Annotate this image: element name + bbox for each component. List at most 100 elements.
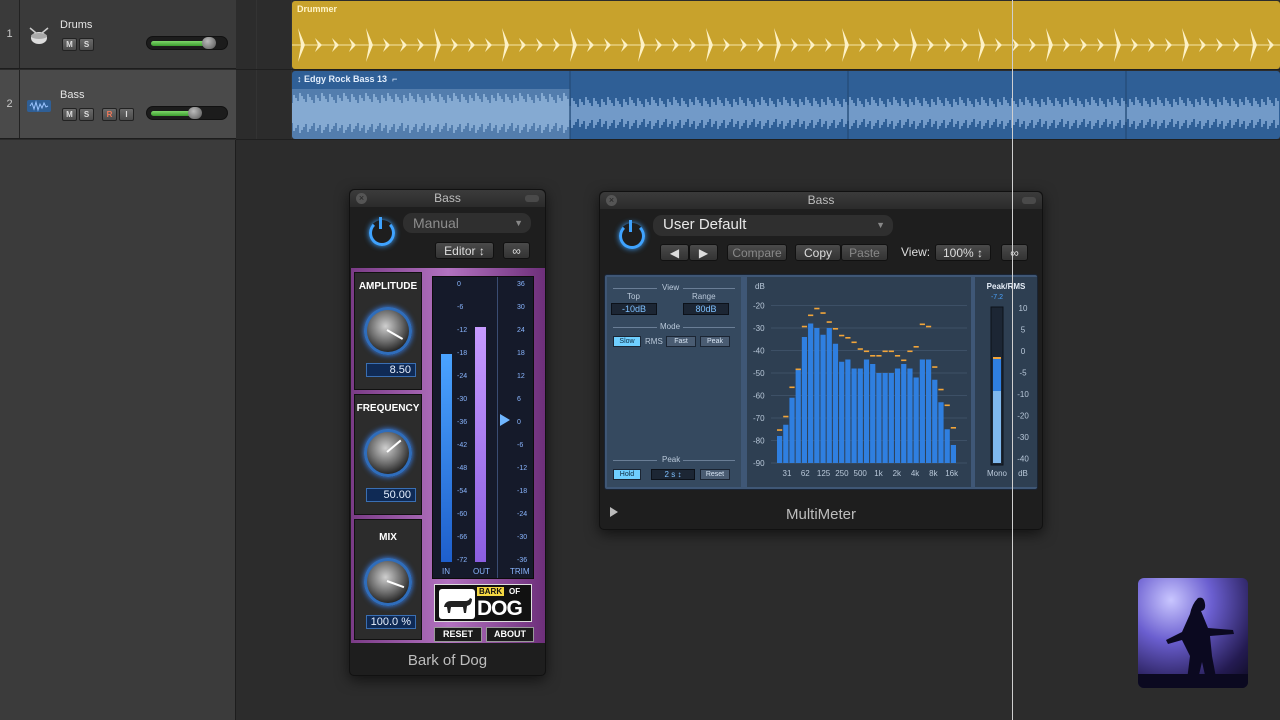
updown-icon: ↕ [478,244,485,258]
input-scale-tick: -72 [457,557,468,564]
logo-bark: BARK [477,587,505,596]
volume-slider[interactable] [146,106,228,120]
copy-button[interactable]: Copy [795,244,841,261]
paste-button[interactable]: Paste [841,244,888,261]
track-header-bass[interactable]: 2 Bass M S R I [0,70,236,139]
link-icon[interactable]: ∞ [1001,244,1028,261]
multimeter-plugin-window: × Bass User Default ▼ ◀ ▶ Compare Copy Pa… [599,191,1043,530]
mode-heading: Mode [660,322,681,331]
input-meter-bar [441,353,452,562]
power-icon[interactable] [369,217,395,246]
peak-mode-button[interactable]: Peak [700,336,730,347]
volume-knob[interactable] [202,37,217,49]
amplitude-knob[interactable] [364,307,412,355]
db-tick-label: -80 [753,437,765,446]
logo-dog: DOG [477,597,523,620]
mix-section: MIX 100.0 % [354,519,422,640]
collapse-button[interactable] [525,195,539,202]
plugin-titlebar[interactable]: × Bass [350,190,545,207]
trim-slider-handle[interactable] [500,414,510,426]
peak-hold-marker [901,359,907,362]
volume-knob[interactable] [187,107,202,119]
plugin-titlebar[interactable]: × Bass [600,192,1042,209]
hold-time-dropdown[interactable]: 2 s ↕ [651,469,695,480]
bark-of-dog-logo: BARK OF DOG [434,584,532,622]
spectrum-bar [839,361,845,463]
reset-button[interactable]: RESET [434,627,482,642]
peak-bar [993,359,1001,391]
editor-view-dropdown[interactable]: Editor ↕ [435,242,494,259]
track-header-drums[interactable]: 1 Drums M S [0,0,236,69]
fast-button[interactable]: Fast [666,336,696,347]
amplitude-value[interactable]: 8.50 [366,363,416,377]
top-field[interactable]: -10dB [611,303,657,315]
collapse-button[interactable] [1022,197,1036,204]
mono-label: Mono [987,469,1008,478]
frequency-value[interactable]: 50.00 [366,488,416,502]
peak-hold-marker [894,355,901,357]
trim-scale-tick: -24 [517,511,528,518]
previous-preset-button[interactable]: ◀ [660,244,689,261]
next-preset-button[interactable]: ▶ [689,244,718,261]
mix-knob[interactable] [364,558,412,606]
spectrum-bar [888,373,894,463]
spectrum-bar [882,373,888,463]
drummer-region[interactable]: Drummer [292,1,1280,69]
volume-slider[interactable] [146,36,228,50]
power-icon[interactable] [619,220,645,249]
plugin-name: MultiMeter [785,506,856,523]
peak-hold-marker [801,325,808,328]
bass-region[interactable]: ↕ Edgy Rock Bass 13 ⌐ [292,71,1280,139]
input-scale-tick: -18 [457,350,468,357]
compare-button[interactable]: Compare [727,244,787,261]
db-tick-label: -70 [753,414,765,423]
preset-dropdown[interactable]: Manual ▼ [403,213,531,233]
record-enable-button[interactable]: R [102,108,117,121]
trim-scale-tick: -12 [517,465,528,472]
peak-hold-marker [913,346,919,348]
hold-button[interactable]: Hold [613,469,641,480]
playhead[interactable] [1012,0,1013,720]
peak-hold-marker [845,337,851,339]
peak-hold-marker [950,427,956,429]
about-button[interactable]: ABOUT [486,627,534,642]
peak-rms-title: Peak/RMS [987,282,1026,291]
rms-label: RMS [645,337,663,346]
link-icon[interactable]: ∞ [503,242,530,259]
input-monitor-button[interactable]: I [119,108,134,121]
slow-button[interactable]: Slow [613,336,641,347]
input-scale-tick: -36 [457,419,468,426]
input-scale-tick: -54 [457,488,468,495]
mute-button[interactable]: M [62,38,77,51]
amplitude-section: AMPLITUDE 8.50 [354,272,422,390]
db-unit-label: dB [1018,469,1028,478]
db-tick-label: -40 [753,347,765,356]
close-icon[interactable]: × [606,195,617,206]
spectrum-bar [832,343,839,463]
freq-tick-label: 125 [817,469,831,478]
peak-hold-marker [826,321,832,323]
view-zoom-dropdown[interactable]: 100% ↕ [935,244,991,261]
spectrum-bar [950,445,956,463]
input-scale-tick: -30 [457,396,468,403]
preset-dropdown[interactable]: User Default ▼ [653,215,893,236]
window-title: Bass [807,193,835,207]
frequency-knob[interactable] [364,429,412,477]
freq-tick-label: 8k [929,469,938,478]
reset-hold-button[interactable]: Reset [700,469,730,480]
trim-scale-tick: 12 [517,373,525,380]
mute-button[interactable]: M [62,108,77,121]
peak-heading: Peak [662,455,681,464]
mix-value[interactable]: 100.0 % [366,615,416,629]
drum-kit-icon [26,24,52,48]
range-field[interactable]: 80dB [683,303,729,315]
view-heading: View [662,283,680,292]
preset-value: Manual [413,215,459,231]
bark-of-dog-plugin-window: × Bass Manual ▼ Editor ↕ ∞ AMPLITUDE 8.50… [349,189,546,676]
peak-hold-marker [839,334,845,337]
logo-of: OF [509,587,521,596]
peak-rms-tick: 5 [1021,326,1026,335]
close-icon[interactable]: × [356,193,367,204]
solo-button[interactable]: S [79,38,94,51]
solo-button[interactable]: S [79,108,94,121]
